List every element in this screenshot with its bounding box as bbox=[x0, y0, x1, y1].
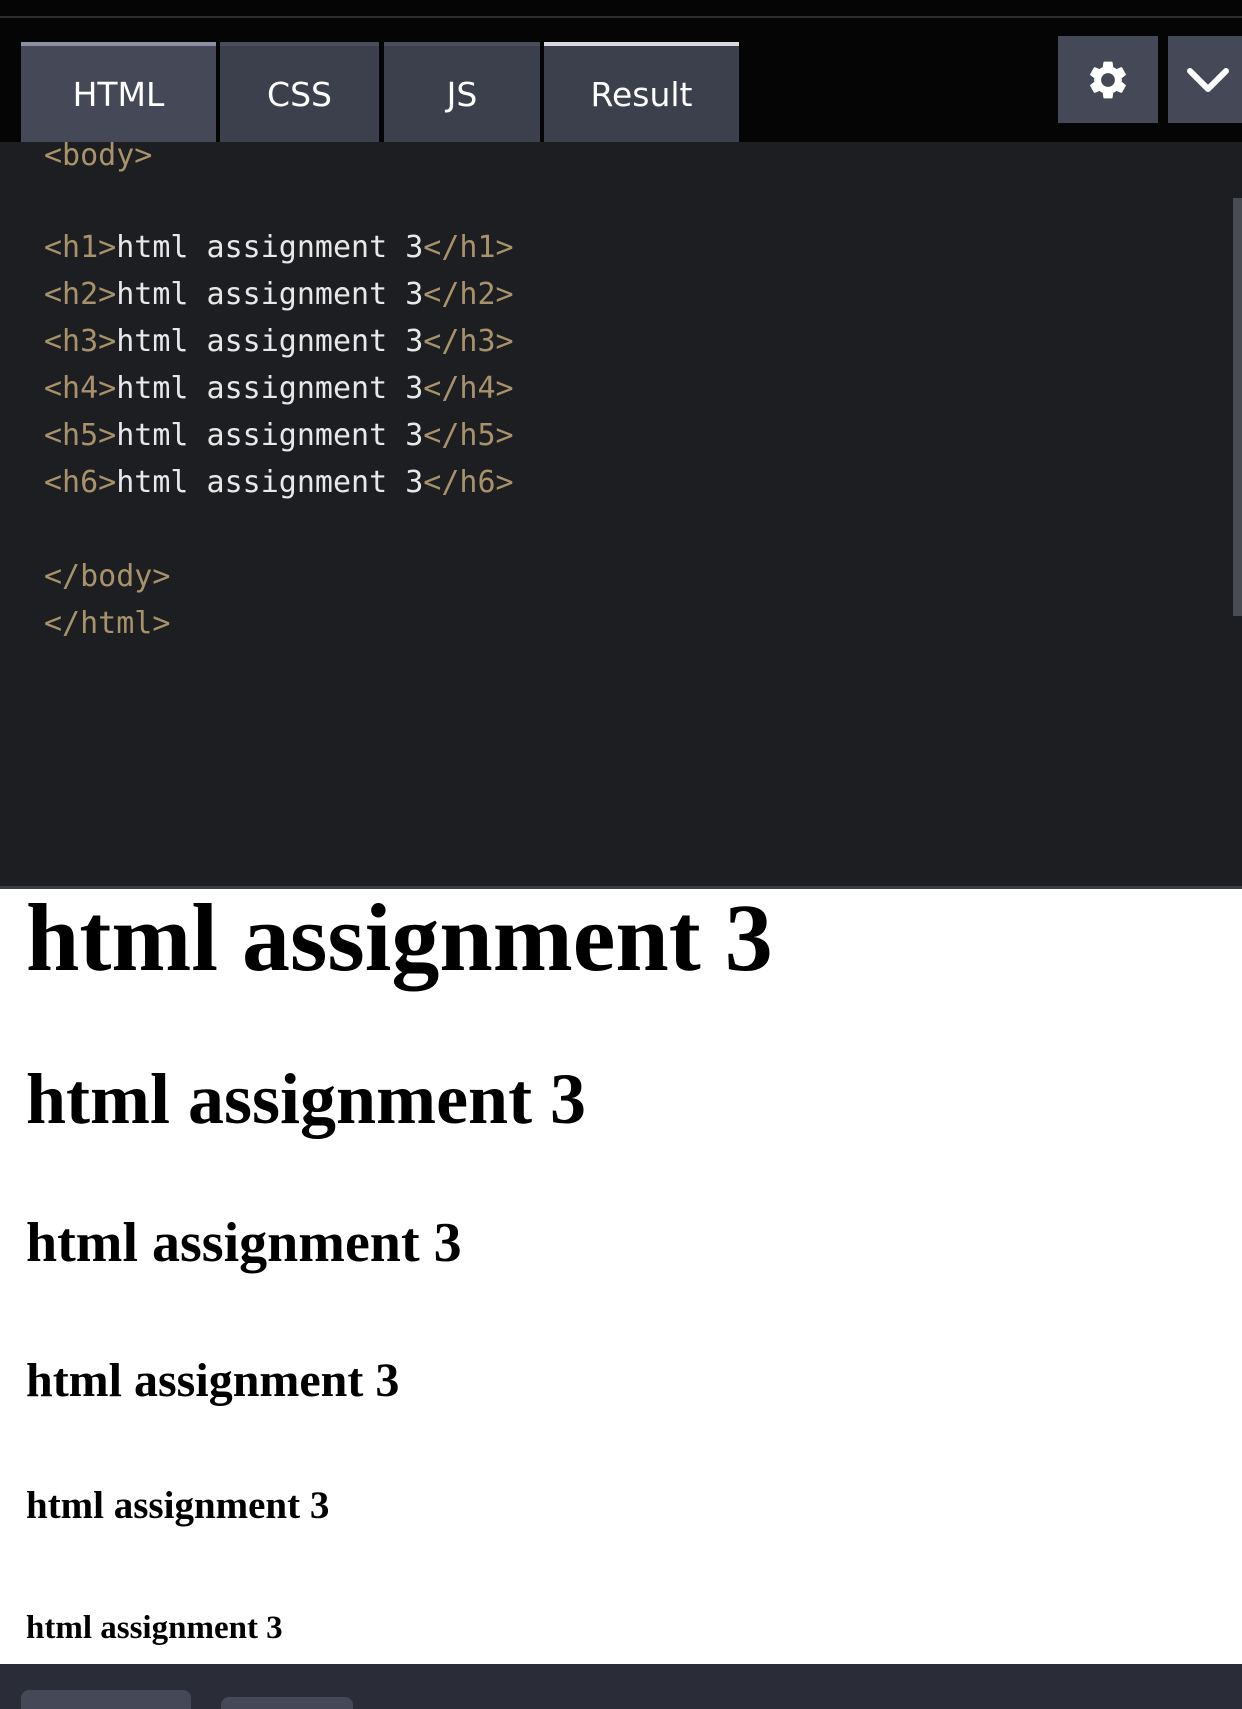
bottom-bar bbox=[0, 1664, 1242, 1709]
tab-js-label: JS bbox=[446, 74, 478, 114]
code-tag: </html> bbox=[44, 606, 171, 641]
editor-scrollbar[interactable] bbox=[1233, 198, 1242, 616]
code-line: <body> bbox=[44, 142, 152, 176]
result-h1: html assignment 3 bbox=[26, 889, 773, 991]
code-tag: <h5> bbox=[44, 418, 117, 453]
tab-result-label: Result bbox=[590, 74, 693, 114]
code-text: html assignment 3 bbox=[116, 277, 424, 312]
tab-result[interactable]: Result bbox=[544, 42, 739, 142]
code-tag: <h2> bbox=[44, 277, 117, 312]
result-h3: html assignment 3 bbox=[26, 1212, 462, 1274]
code-text: html assignment 3 bbox=[116, 465, 424, 500]
bottom-tab[interactable] bbox=[221, 1697, 353, 1709]
window-top-edge bbox=[0, 0, 1242, 18]
result-h2: html assignment 3 bbox=[26, 1059, 587, 1139]
code-line: <h6>html assignment 3</h6> bbox=[44, 463, 514, 503]
code-tag: <h6> bbox=[44, 465, 117, 500]
tab-html[interactable]: HTML bbox=[21, 42, 216, 142]
code-editor[interactable]: <body> <h1>html assignment 3</h1> <h2>ht… bbox=[0, 142, 1242, 886]
tab-js[interactable]: JS bbox=[384, 42, 540, 142]
code-tag: <h1> bbox=[44, 230, 117, 265]
code-tag: <h4> bbox=[44, 371, 117, 406]
result-preview: html assignment 3 html assignment 3 html… bbox=[0, 889, 1242, 1664]
code-text: html assignment 3 bbox=[116, 418, 424, 453]
code-line: <h5>html assignment 3</h5> bbox=[44, 416, 514, 456]
result-h5: html assignment 3 bbox=[26, 1484, 330, 1527]
code-tag: <body> bbox=[44, 142, 153, 173]
result-h4: html assignment 3 bbox=[26, 1354, 400, 1407]
code-tag: </h2> bbox=[423, 277, 514, 312]
code-line: <h3>html assignment 3</h3> bbox=[44, 322, 514, 362]
result-h6: html assignment 3 bbox=[26, 1610, 283, 1646]
code-line: </html> bbox=[44, 604, 170, 644]
bottom-tab[interactable] bbox=[21, 1690, 191, 1709]
code-line: <h4>html assignment 3</h4> bbox=[44, 369, 514, 409]
code-line: </body> bbox=[44, 557, 170, 597]
code-text: html assignment 3 bbox=[116, 371, 424, 406]
gear-icon bbox=[1090, 61, 1126, 98]
code-tag: </h4> bbox=[423, 371, 514, 406]
code-tag: </h3> bbox=[423, 324, 514, 359]
code-line: <h1>html assignment 3</h1> bbox=[44, 228, 514, 268]
settings-button[interactable] bbox=[1058, 36, 1158, 123]
editor-toolbar: HTML CSS JS Result bbox=[0, 18, 1242, 142]
collapse-button[interactable] bbox=[1168, 36, 1242, 123]
tab-css-label: CSS bbox=[267, 74, 332, 114]
code-tag: </h5> bbox=[423, 418, 514, 453]
code-tag: <h3> bbox=[44, 324, 117, 359]
code-tag: </h6> bbox=[423, 465, 514, 500]
code-line: <h2>html assignment 3</h2> bbox=[44, 275, 514, 315]
tab-html-label: HTML bbox=[72, 74, 165, 114]
tab-css[interactable]: CSS bbox=[220, 42, 379, 142]
code-text: html assignment 3 bbox=[116, 324, 424, 359]
chevron-down-icon bbox=[1187, 67, 1229, 92]
code-text: html assignment 3 bbox=[116, 230, 424, 265]
code-tag: </h1> bbox=[423, 230, 514, 265]
code-tag: </body> bbox=[44, 559, 171, 594]
